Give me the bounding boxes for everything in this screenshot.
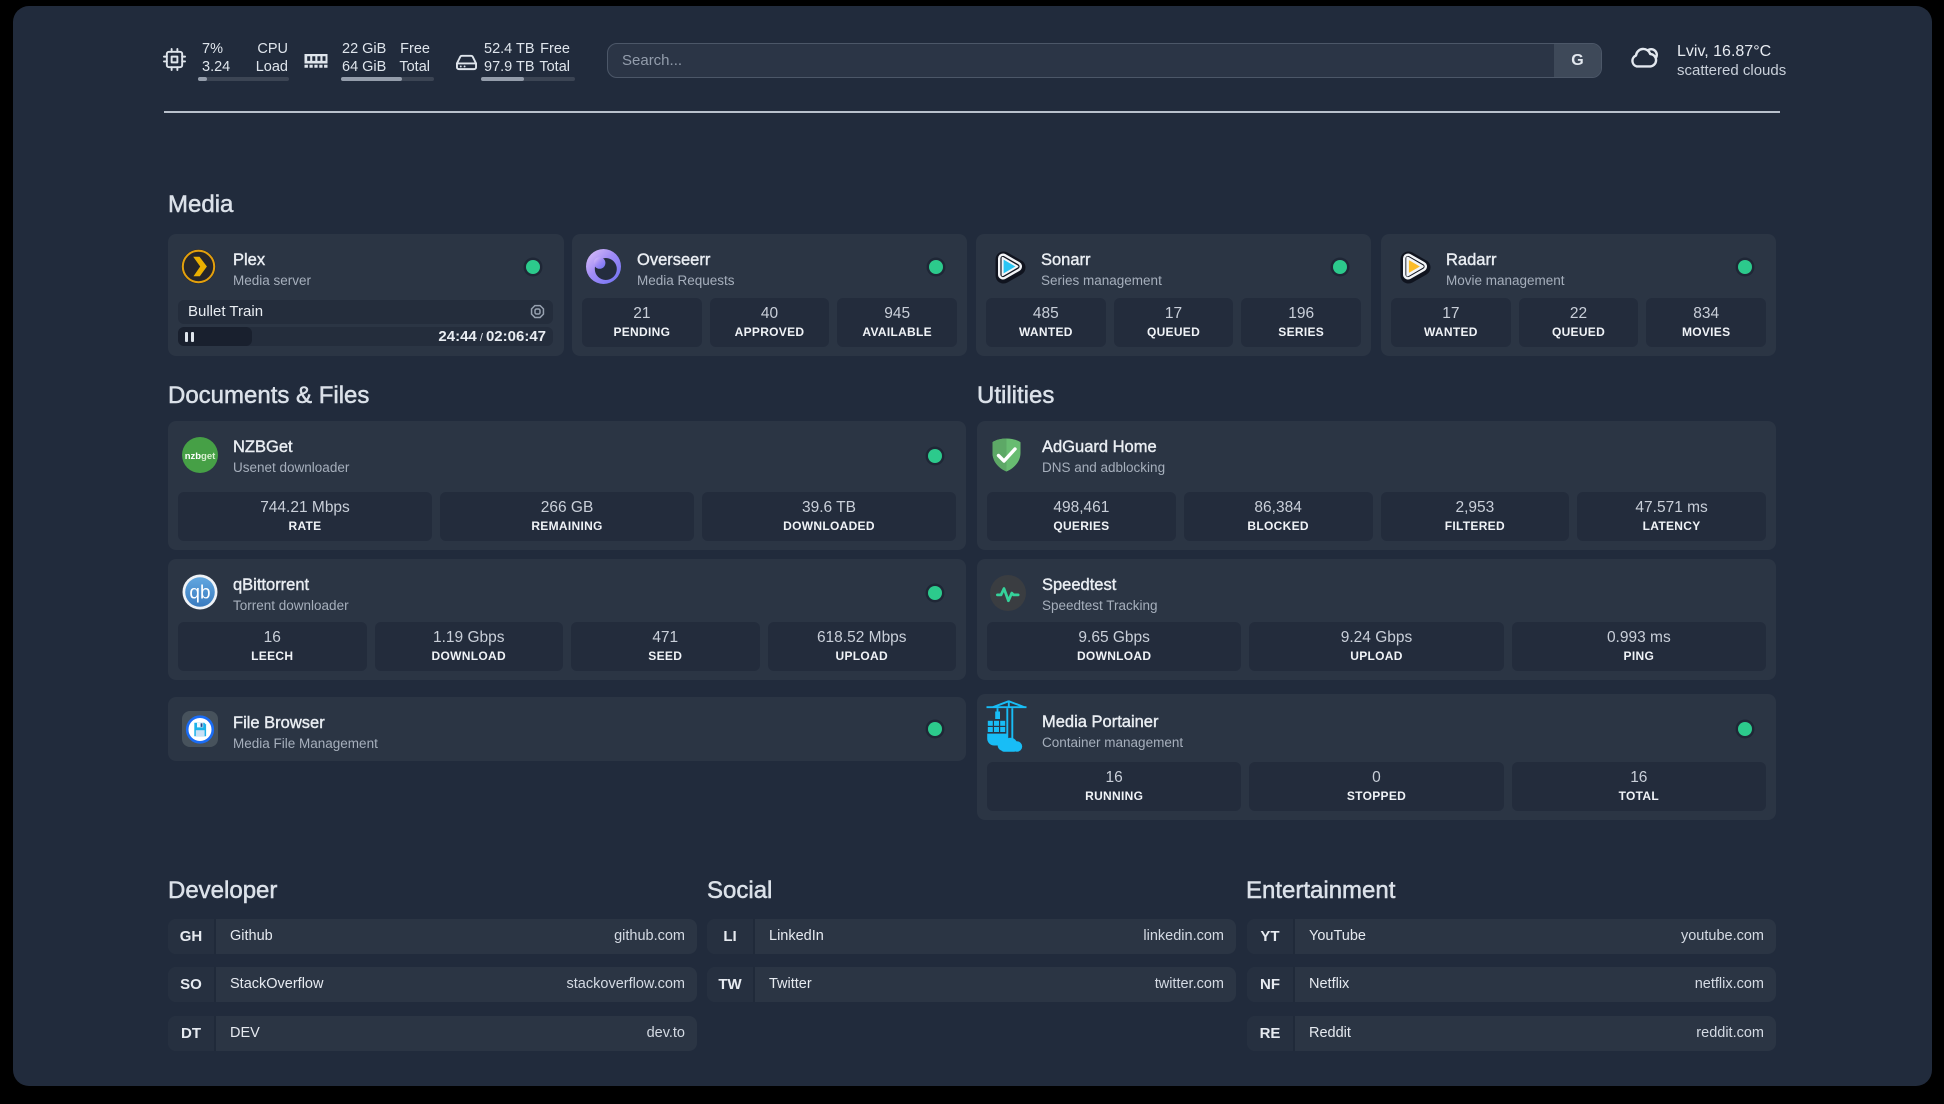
svg-text:nzbget: nzbget bbox=[185, 451, 216, 462]
svg-text:qb: qb bbox=[189, 583, 210, 604]
